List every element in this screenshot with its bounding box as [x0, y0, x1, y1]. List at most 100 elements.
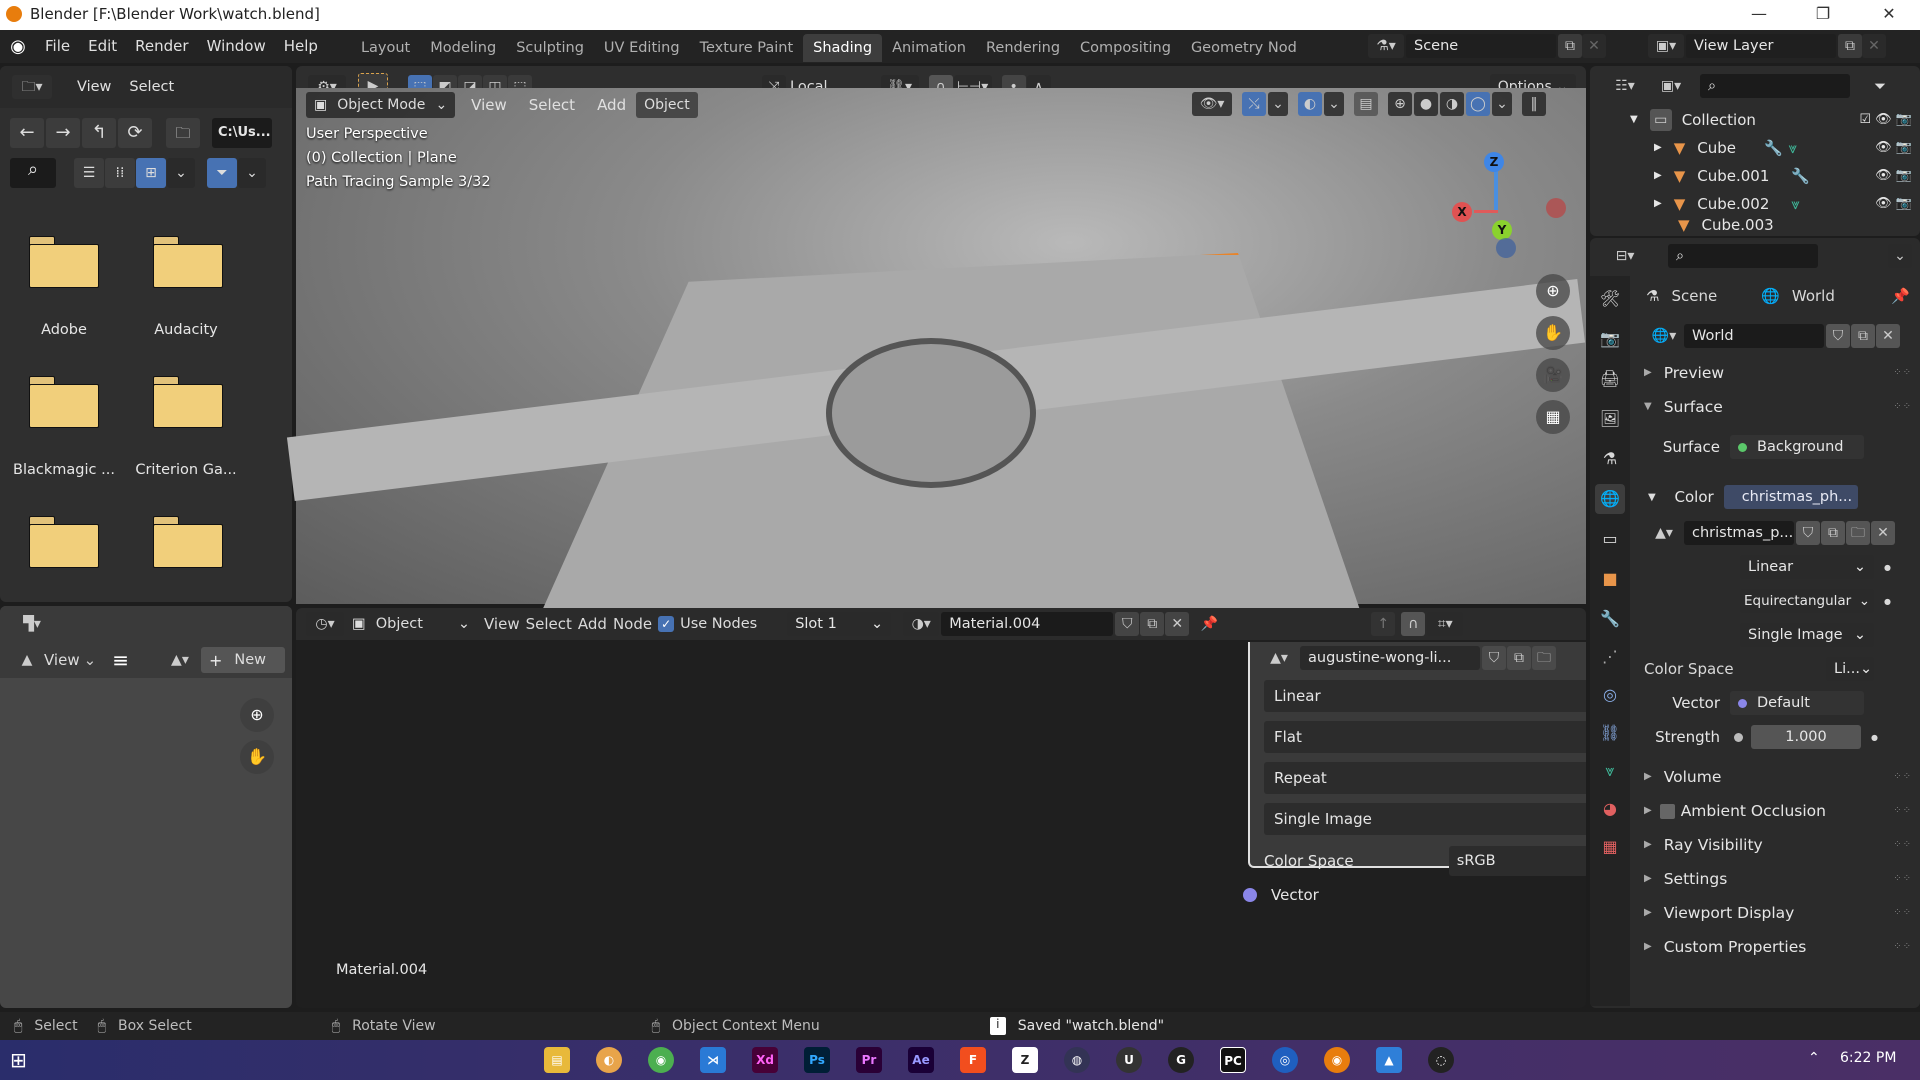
outliner-row[interactable]: ▼ Cube.003 [1590, 218, 1920, 232]
gizmo-y-axis[interactable]: Y [1492, 220, 1512, 240]
workspace-tab-animation[interactable]: Animation [882, 34, 976, 62]
taskbar-unreal-icon[interactable]: U [1116, 1047, 1142, 1073]
view-layer-field[interactable]: View Layer [1686, 34, 1836, 58]
overlay-toggle-icon[interactable]: ◐ [1298, 92, 1322, 116]
folder-label[interactable]: Criterion Ga... [126, 462, 246, 478]
panel-surface[interactable]: ▼ Surface ⁘⁘ [1634, 390, 1920, 424]
node-projection-dropdown[interactable]: Flat [1264, 721, 1586, 753]
node-open-image-icon[interactable]: 🗀 [1532, 646, 1556, 670]
drag-handle-icon[interactable]: ⁘⁘ [1893, 356, 1912, 390]
panel-settings[interactable]: ▶ Settings ⁘⁘ [1634, 862, 1920, 896]
panel-custom-properties[interactable]: ▶ Custom Properties ⁘⁘ [1634, 930, 1920, 964]
tray-chevron-icon[interactable]: ⌃ [1808, 1050, 1820, 1066]
parent-directory-icon[interactable]: ↰ [82, 118, 116, 148]
tab-collection-icon[interactable]: ▭ [1595, 524, 1625, 554]
tab-particles-icon[interactable]: ⋰ [1595, 642, 1625, 672]
tab-scene-icon[interactable]: ⚗ [1595, 444, 1625, 474]
display-thumbnails-icon[interactable]: ⊞ [136, 158, 166, 188]
tab-physics-icon[interactable]: ◎ [1595, 680, 1625, 710]
visibility-toggles-icon[interactable]: 👁 📷 [1875, 190, 1912, 218]
outliner-row[interactable]: ▶ ▼ Cube.001 🔧 👁 📷 [1590, 162, 1920, 190]
drag-handle-icon[interactable]: ⁘⁘ [1893, 862, 1912, 896]
workspace-tab-layout[interactable]: Layout [351, 34, 420, 62]
3d-viewport[interactable]: ▣ Object Mode ⌄ View Select Add Object 👁… [286, 88, 1586, 613]
tab-modifiers-icon[interactable]: 🔧 [1595, 604, 1625, 634]
folder-icon[interactable] [153, 376, 223, 428]
solid-shading-icon[interactable]: ● [1414, 92, 1438, 116]
camera-view-icon[interactable]: 🎥 [1536, 358, 1570, 392]
editor-type-shader-icon[interactable]: ◷▾ [306, 612, 344, 636]
back-arrow-icon[interactable]: ← [10, 118, 44, 148]
scene-name-field[interactable]: Scene [1406, 34, 1556, 58]
start-windows-icon[interactable]: ⊞ [10, 1048, 27, 1072]
shader-type-dropdown[interactable]: ▣ Object ⌄ [352, 616, 470, 632]
breadcrumb-scene[interactable]: Scene [1671, 287, 1717, 305]
tab-tool-icon[interactable]: 🛠 [1595, 284, 1625, 314]
viewport-add-menu[interactable]: Add [597, 96, 626, 114]
pause-render-icon[interactable]: ‖ [1522, 92, 1546, 116]
properties-search-field[interactable]: ⌕ [1668, 244, 1818, 268]
taskbar-chrome-icon[interactable]: ◉ [648, 1047, 674, 1073]
filter-icon[interactable]: ⏷ [207, 158, 237, 188]
modifier-wrench-icon[interactable]: 🔧 [1764, 134, 1783, 162]
folder-icon[interactable] [153, 516, 223, 568]
pan-view-icon[interactable]: ✋ [1536, 316, 1570, 350]
viewport-object-menu[interactable]: Object [636, 92, 698, 118]
workspace-tab-rendering[interactable]: Rendering [976, 34, 1070, 62]
taskbar-obs-icon[interactable]: ◌ [1428, 1047, 1454, 1073]
close-button[interactable]: ✕ [1866, 0, 1912, 30]
taskbar-zbrush-icon[interactable]: Z [1012, 1047, 1038, 1073]
directory-path-field[interactable]: C:\Us... [212, 118, 272, 148]
workspace-tab-sculpting[interactable]: Sculpting [506, 34, 594, 62]
workspace-tab-uv-editing[interactable]: UV Editing [594, 34, 690, 62]
tab-world-icon[interactable]: 🌐 [1595, 484, 1625, 514]
tab-object-icon[interactable]: ■ [1595, 564, 1625, 594]
visibility-toggles-icon[interactable]: 👁 📷 [1875, 134, 1912, 162]
outliner-item-name[interactable]: Cube [1697, 134, 1736, 162]
folder-icon[interactable] [29, 516, 99, 568]
outliner-item-name[interactable]: Cube.002 [1697, 190, 1769, 218]
folder-label[interactable]: Adobe [4, 322, 124, 338]
outliner-row[interactable]: ▶ ▼ Cube 🔧 ⩔ 👁 📷 [1590, 134, 1920, 162]
interpolation-dropdown[interactable]: Linear ⌄ [1740, 555, 1874, 579]
folder-label[interactable]: Audacity [126, 322, 246, 338]
restore-button[interactable]: ❐ [1800, 0, 1846, 30]
properties-editor-type-icon[interactable]: ⊟▾ [1606, 244, 1644, 268]
tab-render-icon[interactable]: 📷 [1595, 324, 1625, 354]
gizmo-z-axis[interactable]: Z [1484, 152, 1504, 172]
rendered-shading-icon[interactable]: ◯ [1466, 92, 1490, 116]
drag-handle-icon[interactable]: ⁘⁘ [1893, 794, 1912, 828]
folder-label[interactable]: Blackmagic ... [4, 462, 124, 478]
tab-data-icon[interactable]: ⩔ [1595, 756, 1625, 786]
file-view-menu[interactable]: View [68, 79, 120, 95]
shading-dropdown[interactable]: ⌄ [1492, 92, 1512, 116]
taskbar-logitech-icon[interactable]: G [1168, 1047, 1194, 1073]
visibility-icon[interactable]: 👁▾ [1192, 92, 1232, 116]
pin-icon[interactable]: 📌 [1891, 287, 1910, 305]
breadcrumb-world[interactable]: World [1792, 287, 1835, 305]
tab-view-layer-icon[interactable]: 🖼 [1595, 404, 1625, 434]
wireframe-shading-icon[interactable]: ⊕ [1388, 92, 1412, 116]
tab-constraints-icon[interactable]: ⛓ [1595, 718, 1625, 748]
image-source-dropdown[interactable]: Single Image ⌄ [1740, 623, 1874, 647]
scene-selector-icon[interactable]: ⚗▾ [1368, 34, 1404, 58]
world-browse-icon[interactable]: 🌐▾ [1646, 324, 1682, 348]
vector-input-socket[interactable] [1243, 888, 1257, 902]
mesh-data-icon[interactable]: ⩔ [1789, 134, 1797, 162]
taskbar-pycharm-icon[interactable]: PC [1220, 1047, 1246, 1073]
new-scene-icon[interactable]: ⧉ [1558, 34, 1582, 58]
tab-material-icon[interactable]: ◕ [1595, 794, 1625, 824]
node-interpolation-dropdown[interactable]: Linear [1264, 680, 1586, 712]
taskbar-resolve-icon[interactable]: ◍ [1064, 1047, 1090, 1073]
node-snap-options-icon[interactable]: ⌗▾ [1427, 612, 1464, 636]
node-duplicate-image-icon[interactable]: ⧉ [1507, 646, 1531, 670]
use-nodes-checkbox[interactable]: ✓ [658, 616, 675, 632]
filter-options-dropdown[interactable]: ⌄ [238, 158, 266, 188]
image-open-folder-icon[interactable]: 🗀 [1846, 521, 1870, 545]
blender-menu-icon[interactable]: ◉ [0, 36, 36, 57]
taskbar-photos-icon[interactable]: ▲ [1376, 1047, 1402, 1073]
view-layer-selector-icon[interactable]: ▣▾ [1648, 34, 1684, 58]
new-image-button[interactable]: + New [200, 647, 285, 673]
menu-render[interactable]: Render [126, 30, 197, 63]
expand-arrow-icon[interactable]: ▶ [1654, 134, 1662, 162]
